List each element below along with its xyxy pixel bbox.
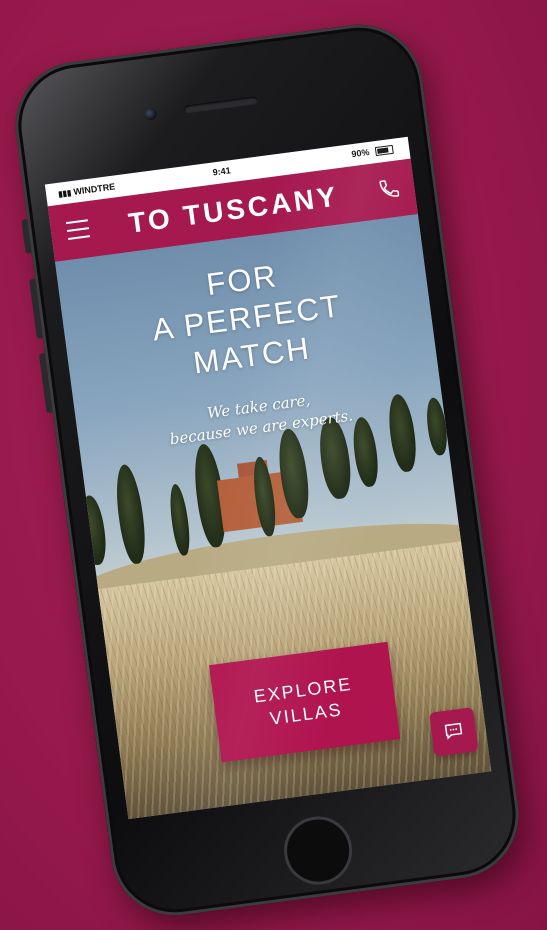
front-camera <box>143 107 158 121</box>
mute-switch <box>21 219 32 254</box>
phone-icon[interactable] <box>377 176 402 201</box>
battery-icon <box>374 144 394 157</box>
cypress-tree <box>77 494 109 567</box>
volume-down-button <box>38 352 53 414</box>
carrier-label: ▮▮▮ WINDTRE <box>57 181 116 199</box>
cypress-tree <box>112 463 150 566</box>
cypress-tree <box>167 483 193 557</box>
phone-screen: ▮▮▮ WINDTRE 9:41 90% TO TUSCANY FOR A PE… <box>44 136 492 820</box>
chat-bubble-icon <box>444 722 463 740</box>
signal-icon: ▮▮▮ <box>57 187 75 199</box>
cypress-tree <box>350 415 381 489</box>
hamburger-icon[interactable] <box>65 219 91 240</box>
chat-button[interactable] <box>429 707 479 757</box>
hero-headline: FOR A PERFECT MATCH <box>58 238 436 399</box>
background: ▮▮▮ WINDTRE 9:41 90% TO TUSCANY FOR A PE… <box>0 0 547 930</box>
phone-mockup: ▮▮▮ WINDTRE 9:41 90% TO TUSCANY FOR A PE… <box>7 16 527 924</box>
hero-section: FOR A PERFECT MATCH We take care, becaus… <box>55 214 492 820</box>
home-button[interactable] <box>279 812 357 889</box>
battery-percent: 90% <box>350 146 371 160</box>
status-time: 9:41 <box>212 165 232 178</box>
earpiece-speaker <box>183 96 259 114</box>
volume-up-button <box>29 278 43 339</box>
